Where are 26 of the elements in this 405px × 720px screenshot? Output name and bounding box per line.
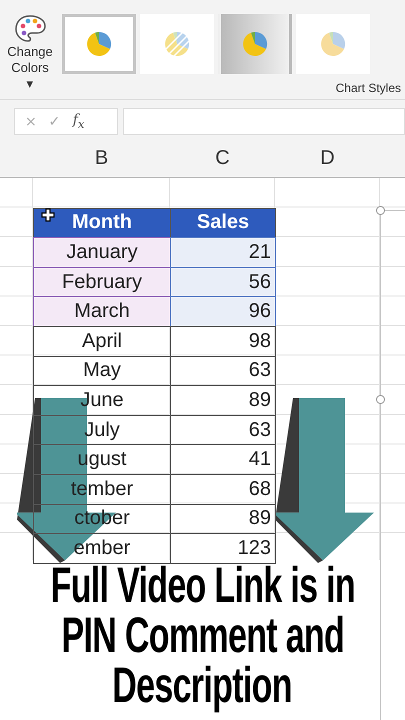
table-cell: 56 — [170, 266, 276, 298]
function-button[interactable]: f$_{x}$ — [72, 112, 84, 131]
table-cell: March — [33, 296, 171, 327]
chart-style-thumbnail[interactable] — [296, 14, 370, 74]
cursor-icon — [41, 208, 55, 222]
table-cell: ember — [33, 533, 171, 564]
table-cell: April — [33, 326, 171, 357]
formula-input[interactable] — [123, 108, 405, 135]
table-cell: February — [33, 266, 171, 298]
table-cell: 21 — [170, 237, 276, 268]
resize-handle[interactable] — [376, 206, 385, 215]
change-colors-button[interactable]: Change Colors ▾ — [6, 14, 54, 92]
resize-handle[interactable] — [376, 395, 385, 404]
caption-line: PIN Comment and — [61, 610, 344, 660]
chart-style-thumbnail[interactable] — [218, 14, 292, 74]
palette-icon — [14, 14, 46, 44]
table-cell: January — [33, 237, 171, 268]
header-cell: Sales — [170, 208, 276, 238]
table-cell: 98 — [170, 326, 276, 357]
caption-line: Description — [112, 660, 292, 710]
header-cell: Month — [33, 208, 171, 238]
chart-style-thumbnail[interactable] — [140, 14, 214, 74]
chart-style-thumbnail[interactable] — [62, 14, 136, 74]
table-cell: 96 — [170, 296, 276, 327]
table-cell: 123 — [170, 533, 276, 564]
group-label: Chart Styles — [336, 81, 401, 95]
